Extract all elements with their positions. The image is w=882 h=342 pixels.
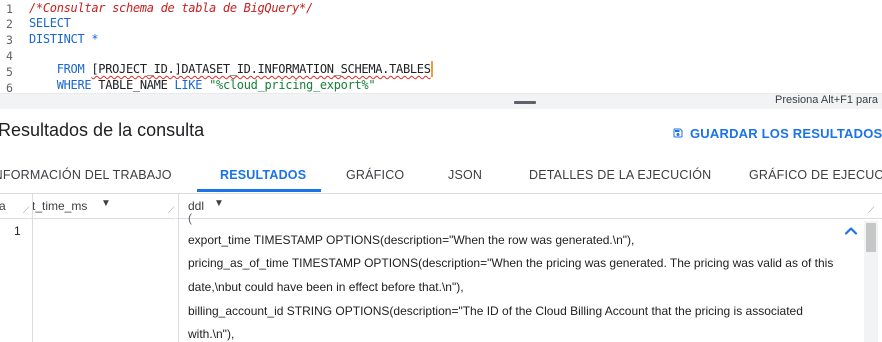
tab-json[interactable]: JSON bbox=[448, 158, 482, 192]
string-literal: "%cloud_pricing_export%" bbox=[209, 78, 376, 92]
code-line-select[interactable]: SELECT bbox=[29, 16, 71, 30]
column-name: TABLE_NAME bbox=[98, 78, 168, 92]
line-number: 3 bbox=[6, 33, 13, 47]
resize-grip-icon[interactable]: ⟋ bbox=[23, 206, 29, 215]
column-divider[interactable] bbox=[178, 194, 179, 342]
keyword-where: WHERE bbox=[56, 78, 92, 92]
ddl-line: export_time TIMESTAMP OPTIONS(descriptio… bbox=[188, 233, 635, 247]
tab-execution-details[interactable]: DETALLES DE LA EJECUCIÓN bbox=[529, 158, 711, 192]
column-header[interactable]: t_time_ms ▼ bbox=[29, 194, 175, 219]
line-number: 5 bbox=[6, 65, 13, 79]
column-header-label: a bbox=[0, 199, 6, 213]
ddl-line: billing_account_id STRING OPTIONS(descri… bbox=[188, 304, 803, 318]
line-number: 2 bbox=[6, 17, 13, 31]
chevron-up-icon[interactable] bbox=[842, 222, 860, 240]
code-line-comment[interactable]: /*Consultar schema de tabla de BigQuery*… bbox=[29, 1, 313, 15]
editor-status-bar bbox=[0, 93, 882, 109]
tab-results[interactable]: RESULTADOS bbox=[220, 158, 306, 192]
tab-execution-graph[interactable]: GRÁFICO DE EJECUCIÓN bbox=[749, 158, 882, 192]
column-divider[interactable] bbox=[32, 194, 33, 342]
scrollbar-thumb[interactable] bbox=[866, 223, 876, 252]
column-header[interactable]: ddl ▼ bbox=[176, 194, 882, 219]
row-number: 1 bbox=[14, 224, 21, 238]
sql-editor[interactable]: 1 2 3 4 5 6 /*Consultar schema de tabla … bbox=[0, 0, 882, 93]
text-cursor: ​ bbox=[430, 61, 433, 77]
save-results-label: GUARDAR LOS RESULTADOS bbox=[690, 125, 882, 141]
ddl-line: date,\nbut could have been in effect bef… bbox=[188, 280, 464, 294]
accessibility-hint: Presiona Alt+F1 para bbox=[775, 94, 879, 106]
tab-chart[interactable]: GRÁFICO bbox=[346, 158, 404, 192]
line-number: 1 bbox=[6, 2, 13, 16]
tab-job-information[interactable]: INFORMACIÓN DEL TRABAJO bbox=[0, 158, 172, 192]
column-header-label: t_time_ms bbox=[32, 199, 88, 213]
editor-resize-handle[interactable] bbox=[514, 101, 536, 104]
resize-grip-icon[interactable]: ⟋ bbox=[868, 206, 874, 215]
save-icon bbox=[672, 127, 684, 139]
code-line-distinct[interactable]: DISTINCT * bbox=[29, 32, 99, 46]
sort-caret-icon[interactable]: ▼ bbox=[101, 198, 111, 209]
line-number: 4 bbox=[6, 49, 13, 63]
code-line-where[interactable]: WHERE TABLE_NAME LIKE "%cloud_pricing_ex… bbox=[29, 64, 376, 93]
save-results-button[interactable]: GUARDAR LOS RESULTADOS bbox=[672, 124, 882, 142]
keyword-like: LIKE bbox=[174, 78, 203, 92]
ddl-line: ( bbox=[188, 211, 192, 225]
ddl-line: pricing_as_of_time TIMESTAMP OPTIONS(des… bbox=[188, 256, 834, 270]
line-number-gutter: 1 2 3 4 5 6 bbox=[0, 0, 22, 93]
sort-caret-icon[interactable]: ▼ bbox=[214, 198, 224, 209]
active-tab-indicator bbox=[197, 189, 321, 192]
results-tab-bar: INFORMACIÓN DEL TRABAJO RESULTADOS GRÁFI… bbox=[0, 158, 882, 194]
line-number: 6 bbox=[6, 81, 13, 93]
results-title: Resultados de la consulta bbox=[0, 120, 205, 140]
resize-grip-icon[interactable]: ⟋ bbox=[168, 206, 174, 215]
ddl-line: with.\n"), bbox=[188, 327, 235, 341]
